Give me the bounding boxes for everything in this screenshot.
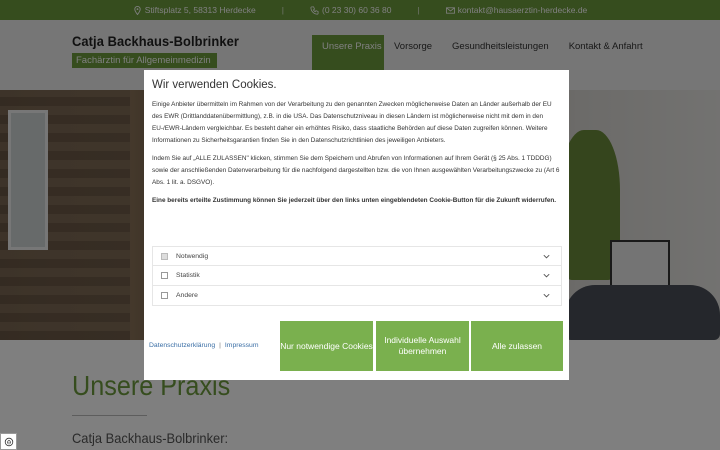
dialog-paragraph-bold: Eine bereits erteilte Zustimmung können … [152,197,557,204]
dialog-text: Einige Anbieter übermitteln im Rahmen vo… [152,99,562,213]
category-statistik[interactable]: Statistik [152,266,562,286]
chevron-down-icon[interactable] [542,252,551,261]
chevron-down-icon[interactable] [542,271,551,280]
chevron-down-icon[interactable] [542,291,551,300]
link-separator: | [219,342,221,349]
dialog-paragraph: Einige Anbieter übermitteln im Rahmen vo… [152,101,552,144]
dialog-links: Datenschutzerklärung | Impressum [149,342,259,349]
imprint-link[interactable]: Impressum [225,342,259,349]
cookie-categories: Notwendig Statistik Andere [152,246,562,306]
dialog-paragraph: Indem Sie auf „ALLE ZULASSEN" klicken, s… [152,155,560,186]
category-label: Statistik [176,272,200,279]
checkbox-statistik[interactable] [161,272,168,279]
category-andere[interactable]: Andere [152,286,562,306]
category-notwendig[interactable]: Notwendig [152,246,562,266]
cookie-consent-dialog: Wir verwenden Cookies. Einige Anbieter ü… [144,70,569,380]
dialog-title: Wir verwenden Cookies. [152,79,277,91]
only-necessary-button[interactable]: Nur notwendige Cookies [280,321,373,371]
fingerprint-icon [4,437,13,446]
category-label: Notwendig [176,252,209,260]
checkbox-notwendig[interactable] [161,252,168,260]
privacy-link[interactable]: Datenschutzerklärung [149,342,215,349]
individual-selection-button[interactable]: Individuelle Auswahl übernehmen [376,321,469,371]
checkbox-andere[interactable] [161,292,168,299]
cookie-settings-button[interactable] [0,433,17,450]
category-label: Andere [176,292,198,299]
accept-all-button[interactable]: Alle zulassen [471,321,563,371]
